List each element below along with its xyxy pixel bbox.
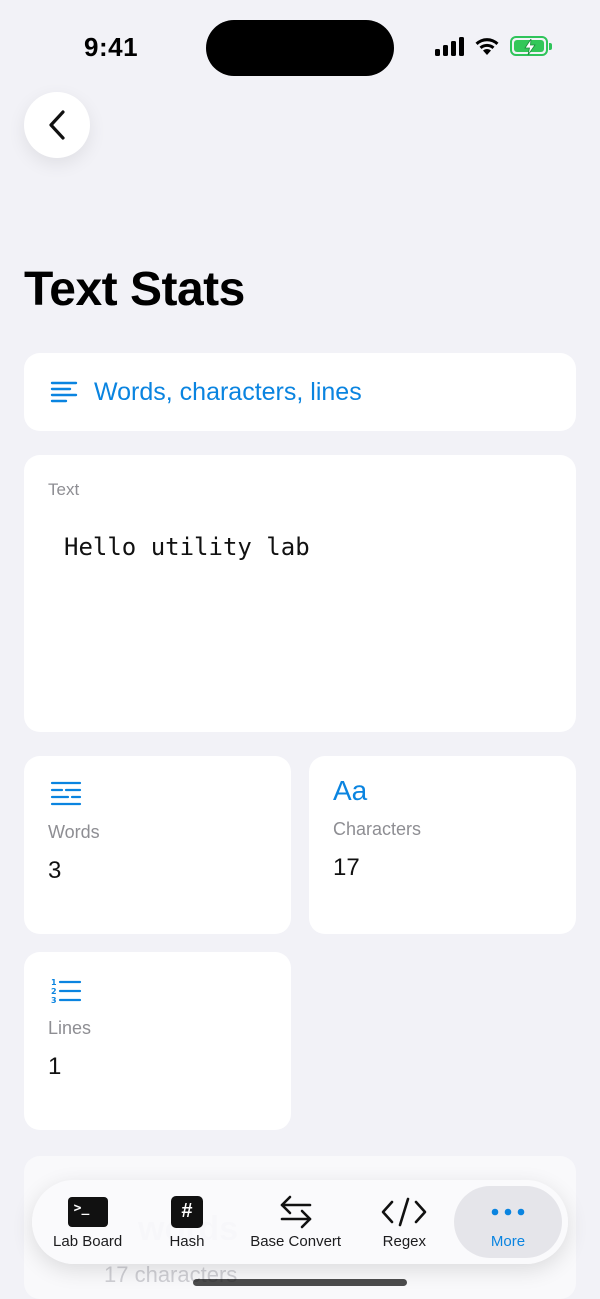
- tab-label: Base Convert: [250, 1232, 342, 1250]
- status-icons: [435, 36, 552, 56]
- tab-label: Lab Board: [53, 1232, 123, 1250]
- svg-text:3: 3: [51, 996, 57, 1005]
- text-input-card[interactable]: [24, 455, 576, 732]
- arrows-icon: [280, 1195, 311, 1228]
- characters-aa-icon: Aa: [333, 775, 368, 806]
- text-input-field[interactable]: Hello utility lab: [64, 533, 310, 561]
- tab-bar: >_ Lab Board # Hash Base Convert Regex M…: [32, 1180, 568, 1264]
- status-bar: 9:41: [0, 0, 600, 96]
- subtitle-card: Words, characters, lines: [24, 353, 576, 431]
- battery-icon: [510, 36, 552, 56]
- dynamic-island: [206, 20, 394, 76]
- text-align-left-icon: [50, 381, 78, 403]
- terminal-icon: >_: [67, 1196, 108, 1227]
- page-subtitle: Words, characters, lines: [94, 377, 362, 406]
- words-value: 3: [48, 857, 62, 884]
- tab-hash[interactable]: # Hash: [137, 1186, 236, 1258]
- tab-label: More: [490, 1232, 526, 1250]
- text-input-label: Text: [48, 480, 80, 499]
- wifi-icon: [475, 38, 499, 55]
- tab-base-convert[interactable]: Base Convert: [237, 1186, 355, 1258]
- back-button[interactable]: [24, 92, 90, 158]
- words-label: Words: [48, 822, 100, 842]
- lines-label: Lines: [48, 1018, 92, 1038]
- numbered-list-icon: 123: [51, 978, 82, 1005]
- svg-text:1: 1: [51, 978, 57, 987]
- ellipsis-icon: [491, 1208, 525, 1215]
- word-count-icon: [50, 781, 82, 806]
- chevron-left-icon: [49, 110, 65, 140]
- characters-label: Characters: [333, 819, 422, 839]
- cellular-signal-icon: [435, 36, 464, 56]
- tab-more[interactable]: More: [453, 1186, 562, 1258]
- characters-value: 17: [333, 854, 360, 881]
- tab-regex[interactable]: Regex: [355, 1186, 454, 1258]
- code-icon: [382, 1197, 427, 1226]
- lines-value: 1: [48, 1053, 62, 1080]
- tab-lab-board[interactable]: >_ Lab Board: [38, 1186, 137, 1258]
- svg-text:2: 2: [51, 987, 57, 996]
- home-indicator: [193, 1279, 407, 1286]
- tab-label: Regex: [382, 1232, 426, 1250]
- page-title: Text Stats: [24, 263, 245, 316]
- tab-label: Hash: [169, 1232, 205, 1250]
- hash-icon: #: [170, 1195, 203, 1228]
- status-time: 9:41: [84, 32, 139, 62]
